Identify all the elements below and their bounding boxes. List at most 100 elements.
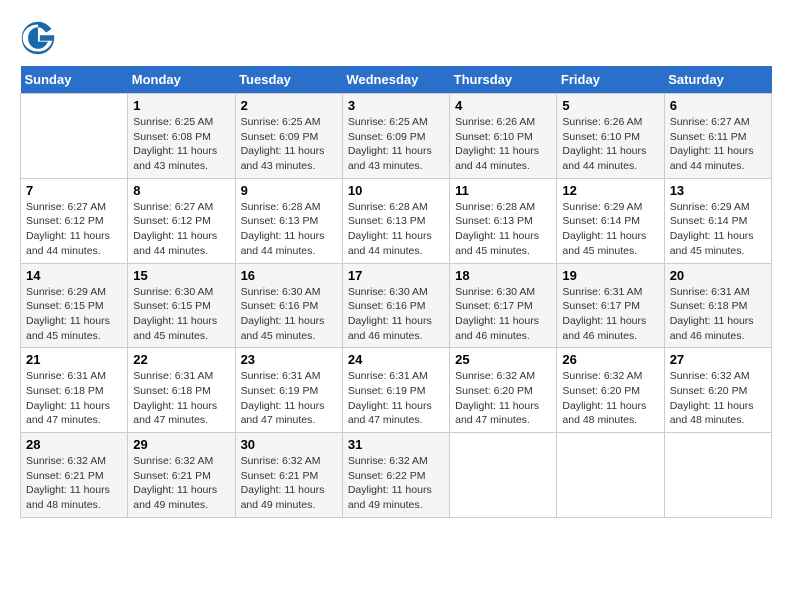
day-number: 13 [670,183,766,198]
day-info: Sunrise: 6:28 AM Sunset: 6:13 PM Dayligh… [455,200,551,259]
day-number: 12 [562,183,658,198]
calendar-cell: 30 Sunrise: 6:32 AM Sunset: 6:21 PM Dayli… [235,433,342,518]
calendar-cell: 1 Sunrise: 6:25 AM Sunset: 6:08 PM Daylig… [128,94,235,179]
day-info: Sunrise: 6:25 AM Sunset: 6:09 PM Dayligh… [348,115,444,174]
calendar-week-2: 7 Sunrise: 6:27 AM Sunset: 6:12 PM Daylig… [21,178,772,263]
day-number: 18 [455,268,551,283]
day-number: 30 [241,437,337,452]
calendar-cell: 25 Sunrise: 6:32 AM Sunset: 6:20 PM Dayli… [450,348,557,433]
calendar-cell: 23 Sunrise: 6:31 AM Sunset: 6:19 PM Dayli… [235,348,342,433]
day-number: 1 [133,98,229,113]
day-number: 31 [348,437,444,452]
day-info: Sunrise: 6:30 AM Sunset: 6:15 PM Dayligh… [133,285,229,344]
calendar-cell: 7 Sunrise: 6:27 AM Sunset: 6:12 PM Daylig… [21,178,128,263]
day-header-wednesday: Wednesday [342,66,449,94]
calendar-cell: 12 Sunrise: 6:29 AM Sunset: 6:14 PM Dayli… [557,178,664,263]
day-info: Sunrise: 6:29 AM Sunset: 6:14 PM Dayligh… [562,200,658,259]
day-info: Sunrise: 6:32 AM Sunset: 6:22 PM Dayligh… [348,454,444,513]
day-header-monday: Monday [128,66,235,94]
day-info: Sunrise: 6:30 AM Sunset: 6:16 PM Dayligh… [241,285,337,344]
calendar-cell: 13 Sunrise: 6:29 AM Sunset: 6:14 PM Dayli… [664,178,771,263]
calendar-cell: 17Sunrise: 6:30 AM Sunset: 6:16 PM Dayli… [342,263,449,348]
day-info: Sunrise: 6:31 AM Sunset: 6:17 PM Dayligh… [562,285,658,344]
day-info: Sunrise: 6:25 AM Sunset: 6:08 PM Dayligh… [133,115,229,174]
logo [20,20,60,56]
day-number: 16 [241,268,337,283]
day-number: 11 [455,183,551,198]
calendar-cell: 5 Sunrise: 6:26 AM Sunset: 6:10 PM Daylig… [557,94,664,179]
day-info: Sunrise: 6:28 AM Sunset: 6:13 PM Dayligh… [241,200,337,259]
calendar-cell: 2Sunrise: 6:25 AM Sunset: 6:09 PM Daylig… [235,94,342,179]
day-info: Sunrise: 6:31 AM Sunset: 6:19 PM Dayligh… [241,369,337,428]
calendar-cell: 11 Sunrise: 6:28 AM Sunset: 6:13 PM Dayli… [450,178,557,263]
logo-icon [20,20,56,56]
day-info: Sunrise: 6:27 AM Sunset: 6:11 PM Dayligh… [670,115,766,174]
calendar-cell [664,433,771,518]
calendar-week-4: 21 Sunrise: 6:31 AM Sunset: 6:18 PM Dayli… [21,348,772,433]
day-number: 28 [26,437,122,452]
calendar-week-1: 1 Sunrise: 6:25 AM Sunset: 6:08 PM Daylig… [21,94,772,179]
day-info: Sunrise: 6:30 AM Sunset: 6:16 PM Dayligh… [348,285,444,344]
day-info: Sunrise: 6:31 AM Sunset: 6:19 PM Dayligh… [348,369,444,428]
day-info: Sunrise: 6:32 AM Sunset: 6:20 PM Dayligh… [562,369,658,428]
calendar-cell: 18Sunrise: 6:30 AM Sunset: 6:17 PM Dayli… [450,263,557,348]
day-number: 25 [455,352,551,367]
day-number: 14 [26,268,122,283]
day-info: Sunrise: 6:29 AM Sunset: 6:14 PM Dayligh… [670,200,766,259]
day-info: Sunrise: 6:32 AM Sunset: 6:21 PM Dayligh… [241,454,337,513]
day-number: 24 [348,352,444,367]
day-number: 9 [241,183,337,198]
calendar-week-5: 28 Sunrise: 6:32 AM Sunset: 6:21 PM Dayli… [21,433,772,518]
calendar-cell: 19 Sunrise: 6:31 AM Sunset: 6:17 PM Dayli… [557,263,664,348]
calendar-week-3: 14 Sunrise: 6:29 AM Sunset: 6:15 PM Dayli… [21,263,772,348]
calendar-header-row: SundayMondayTuesdayWednesdayThursdayFrid… [21,66,772,94]
calendar-cell: 3 Sunrise: 6:25 AM Sunset: 6:09 PM Daylig… [342,94,449,179]
page-header [20,20,772,56]
calendar-cell: 31 Sunrise: 6:32 AM Sunset: 6:22 PM Dayli… [342,433,449,518]
day-header-thursday: Thursday [450,66,557,94]
day-number: 7 [26,183,122,198]
day-info: Sunrise: 6:29 AM Sunset: 6:15 PM Dayligh… [26,285,122,344]
day-info: Sunrise: 6:27 AM Sunset: 6:12 PM Dayligh… [133,200,229,259]
day-number: 4 [455,98,551,113]
day-number: 5 [562,98,658,113]
day-number: 2 [241,98,337,113]
calendar-cell [21,94,128,179]
day-info: Sunrise: 6:32 AM Sunset: 6:20 PM Dayligh… [455,369,551,428]
calendar-table: SundayMondayTuesdayWednesdayThursdayFrid… [20,66,772,518]
calendar-cell: 27Sunrise: 6:32 AM Sunset: 6:20 PM Dayli… [664,348,771,433]
day-number: 3 [348,98,444,113]
day-info: Sunrise: 6:26 AM Sunset: 6:10 PM Dayligh… [562,115,658,174]
day-number: 19 [562,268,658,283]
calendar-cell: 20 Sunrise: 6:31 AM Sunset: 6:18 PM Dayli… [664,263,771,348]
calendar-cell: 15Sunrise: 6:30 AM Sunset: 6:15 PM Dayli… [128,263,235,348]
day-number: 29 [133,437,229,452]
day-number: 21 [26,352,122,367]
day-header-sunday: Sunday [21,66,128,94]
day-info: Sunrise: 6:31 AM Sunset: 6:18 PM Dayligh… [670,285,766,344]
calendar-cell: 4Sunrise: 6:26 AM Sunset: 6:10 PM Daylig… [450,94,557,179]
day-number: 26 [562,352,658,367]
day-header-tuesday: Tuesday [235,66,342,94]
calendar-cell: 28Sunrise: 6:32 AM Sunset: 6:21 PM Dayli… [21,433,128,518]
day-info: Sunrise: 6:32 AM Sunset: 6:20 PM Dayligh… [670,369,766,428]
day-number: 6 [670,98,766,113]
day-header-saturday: Saturday [664,66,771,94]
calendar-cell: 24 Sunrise: 6:31 AM Sunset: 6:19 PM Dayli… [342,348,449,433]
calendar-cell: 10 Sunrise: 6:28 AM Sunset: 6:13 PM Dayli… [342,178,449,263]
day-info: Sunrise: 6:28 AM Sunset: 6:13 PM Dayligh… [348,200,444,259]
day-number: 10 [348,183,444,198]
calendar-cell: 22Sunrise: 6:31 AM Sunset: 6:18 PM Dayli… [128,348,235,433]
calendar-cell: 16 Sunrise: 6:30 AM Sunset: 6:16 PM Dayli… [235,263,342,348]
calendar-cell: 29Sunrise: 6:32 AM Sunset: 6:21 PM Dayli… [128,433,235,518]
calendar-cell: 8Sunrise: 6:27 AM Sunset: 6:12 PM Daylig… [128,178,235,263]
day-header-friday: Friday [557,66,664,94]
calendar-cell: 9 Sunrise: 6:28 AM Sunset: 6:13 PM Daylig… [235,178,342,263]
day-number: 23 [241,352,337,367]
day-number: 22 [133,352,229,367]
day-number: 20 [670,268,766,283]
day-info: Sunrise: 6:27 AM Sunset: 6:12 PM Dayligh… [26,200,122,259]
calendar-cell [557,433,664,518]
day-info: Sunrise: 6:31 AM Sunset: 6:18 PM Dayligh… [26,369,122,428]
calendar-cell: 21 Sunrise: 6:31 AM Sunset: 6:18 PM Dayli… [21,348,128,433]
